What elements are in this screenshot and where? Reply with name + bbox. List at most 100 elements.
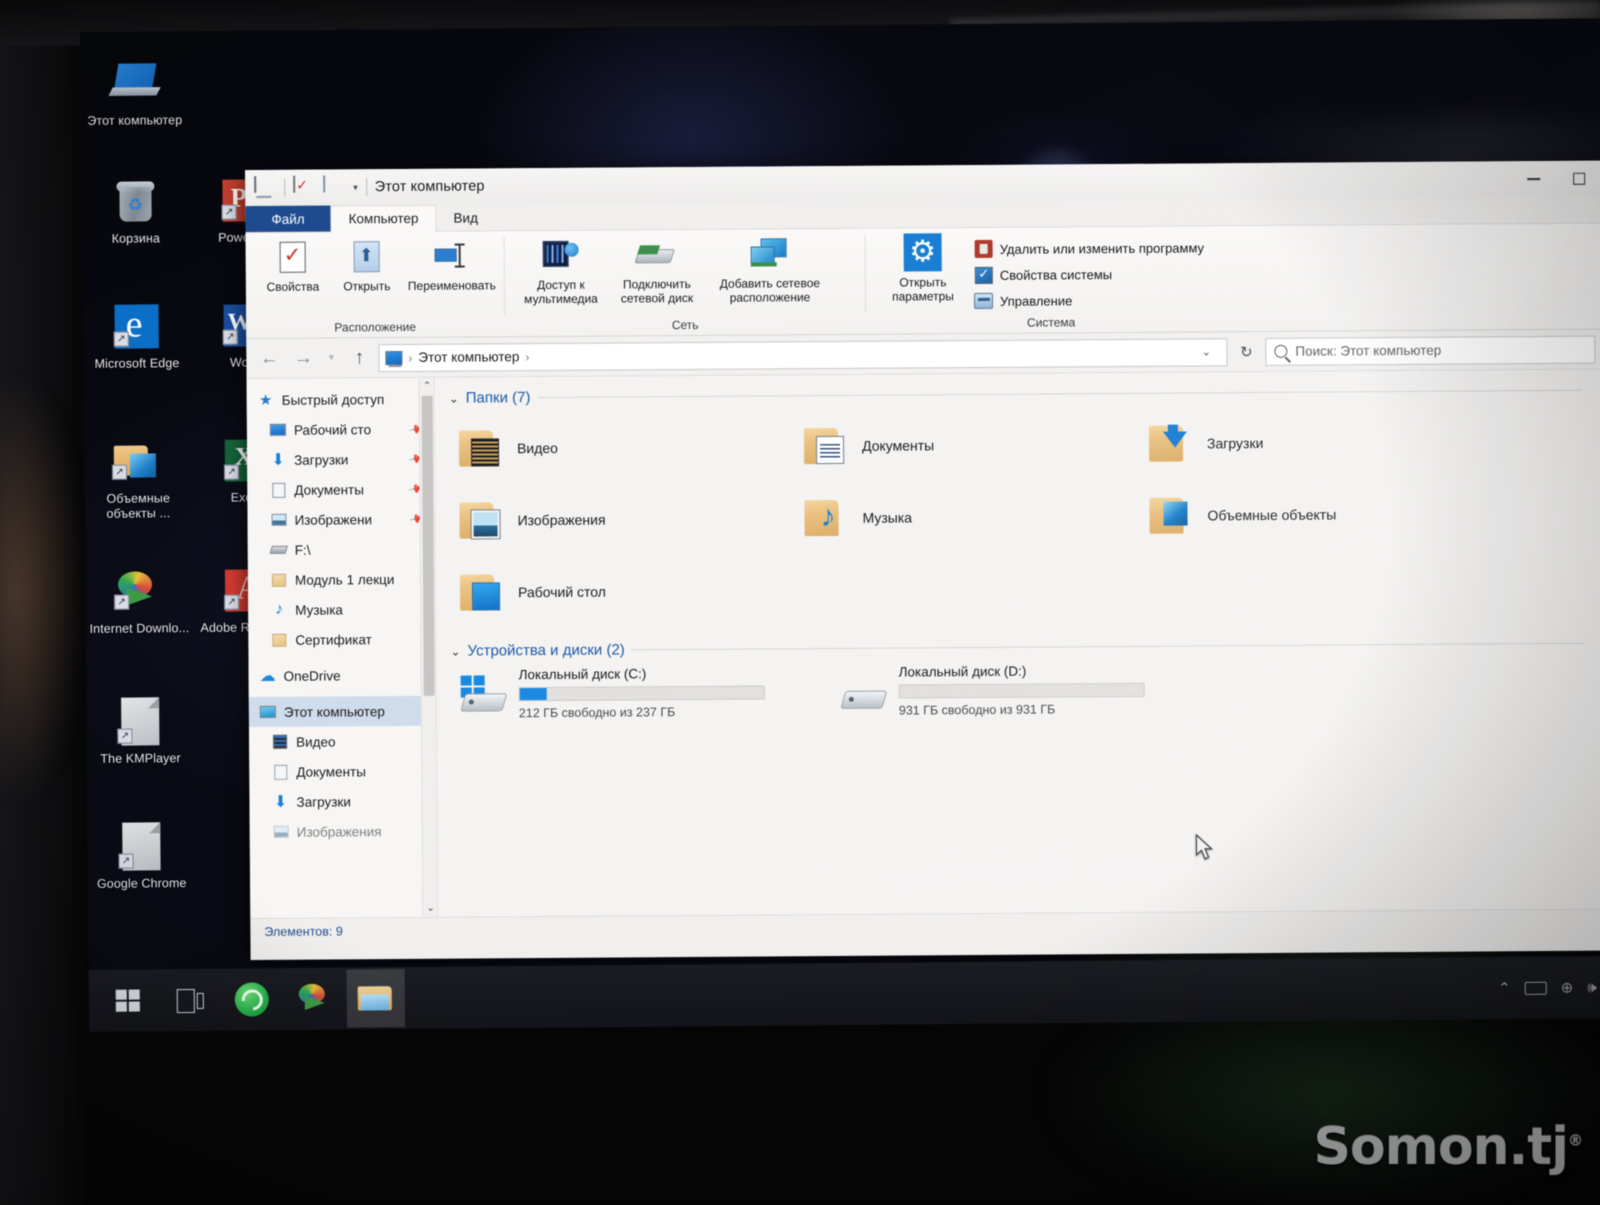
- sidebar-item-pictures-pc[interactable]: Изображения: [250, 816, 437, 847]
- up-arrow-icon[interactable]: ↑: [344, 344, 374, 372]
- scroll-up-arrow-icon[interactable]: ⌃: [420, 378, 435, 395]
- desktop-icon-idm[interactable]: ↗ Internet Downlo...: [87, 561, 192, 637]
- button-label: Подключить сетевой диск: [620, 276, 694, 306]
- list-item[interactable]: Объемные объекты: [1149, 477, 1494, 551]
- tab-file[interactable]: Файл: [245, 205, 331, 233]
- drive-tiles: Локальный диск (C:) 212 ГБ свободно из 2…: [437, 658, 1600, 724]
- folders-group-header[interactable]: ⌄ Папки (7): [435, 382, 1600, 407]
- scroll-down-arrow-icon[interactable]: ⌄: [423, 900, 438, 917]
- breadcrumb-this-pc[interactable]: Этот компьютер: [418, 349, 519, 365]
- desktop-icon-chrome[interactable]: ↗ Google Chrome: [89, 816, 194, 892]
- system-properties-button[interactable]: Свойства системы: [972, 260, 1205, 288]
- sidebar-item-downloads-pc[interactable]: ⬇ Загрузки: [249, 786, 436, 817]
- desktop-icon-recycle-bin[interactable]: ♻ Корзина: [83, 171, 188, 247]
- windows-drive-icon: [460, 675, 509, 723]
- downloads-folder-icon: [1148, 423, 1195, 463]
- breadcrumb-separator[interactable]: ›: [525, 350, 529, 364]
- list-item[interactable]: ♪ Музыка: [804, 480, 1149, 554]
- task-view-button[interactable]: [161, 971, 220, 1030]
- button-label: Свойства системы: [999, 266, 1113, 283]
- list-item-label: Видео: [516, 439, 558, 457]
- map-network-drive-button[interactable]: Подключить сетевой диск: [609, 236, 705, 306]
- scrollbar-thumb[interactable]: [421, 395, 435, 696]
- sidebar-item-drive-f[interactable]: F:\: [248, 534, 435, 565]
- address-dropdown-icon[interactable]: ⌄: [1192, 345, 1220, 358]
- tab-computer[interactable]: Компьютер: [330, 204, 437, 233]
- start-button[interactable]: [99, 971, 158, 1030]
- sidebar-item-desktop[interactable]: Рабочий сто 📌: [247, 414, 434, 445]
- show-hidden-icons-caret[interactable]: ⌃: [1498, 979, 1511, 997]
- map-network-drive-icon: [634, 236, 677, 272]
- group-label: Папки (7): [465, 389, 531, 407]
- keyboard-layout-icon[interactable]: [1524, 981, 1547, 995]
- sidebar-item-modul-1[interactable]: Модуль 1 лекци: [248, 564, 435, 595]
- list-item[interactable]: Загрузки: [1148, 405, 1494, 479]
- search-icon: [1274, 344, 1288, 358]
- group-title: Сеть: [671, 317, 699, 333]
- sidebar-item-sertifikat[interactable]: Сертификат: [248, 624, 435, 655]
- list-item-label: Рабочий стол: [517, 583, 606, 601]
- videos-icon: [271, 733, 289, 751]
- uninstall-program-icon: [974, 239, 993, 258]
- watermark: Somon.tj®: [1313, 1117, 1583, 1177]
- desktop-icon-this-pc[interactable]: Этот компьютер: [82, 53, 187, 129]
- internet-download-manager-icon: ↗: [87, 561, 192, 622]
- desktop-icon-3d-objects[interactable]: ↗ Объемные объекты ...: [86, 431, 191, 522]
- sidebar-item-onedrive[interactable]: ☁ OneDrive: [249, 660, 436, 691]
- sidebar-item-quick-access[interactable]: ★ Быстрый доступ: [247, 384, 434, 415]
- rename-button[interactable]: Переименовать: [404, 237, 500, 293]
- status-item-count: Элементов: 9: [264, 923, 343, 939]
- settings-gear-icon: [903, 233, 942, 272]
- forward-arrow-icon[interactable]: →: [288, 344, 318, 372]
- sidebar-item-documents[interactable]: Документы 📌: [247, 474, 434, 505]
- sidebar-item-videos[interactable]: Видео: [249, 726, 436, 757]
- minimize-button[interactable]: [1510, 161, 1556, 197]
- open-settings-button[interactable]: Открыть параметры: [880, 233, 966, 304]
- list-item[interactable]: Изображения: [459, 482, 804, 556]
- devices-group-header[interactable]: ⌄ Устройства и диски (2): [436, 635, 1600, 660]
- manage-computer-button[interactable]: Управление: [972, 286, 1205, 314]
- file-explorer-button[interactable]: [346, 969, 406, 1028]
- desktop-icon-edge[interactable]: ↗ Microsoft Edge: [84, 296, 189, 372]
- chrome-shortcut-icon: ↗: [89, 816, 194, 877]
- properties-icon[interactable]: [293, 175, 315, 199]
- list-item[interactable]: Документы: [803, 408, 1149, 482]
- sidebar-item-music[interactable]: ♪ Музыка: [248, 594, 435, 625]
- back-arrow-icon[interactable]: ←: [254, 344, 284, 372]
- media-streaming-button[interactable]: Доступ к мультимедиа: [513, 237, 609, 307]
- customize-caret-icon[interactable]: ▾: [353, 182, 358, 193]
- sidebar-item-pictures[interactable]: Изображени 📌: [247, 504, 434, 535]
- desktop-icon-kmplayer[interactable]: ↗ The KMPlayer: [88, 691, 193, 767]
- properties-button[interactable]: Свойства: [256, 238, 330, 294]
- whatsapp-button[interactable]: [223, 970, 282, 1029]
- this-pc-icon: [254, 176, 276, 199]
- list-item[interactable]: Локальный диск (D:) 931 ГБ свободно из 9…: [840, 660, 1221, 721]
- 3d-objects-folder-icon: ↗: [86, 431, 191, 492]
- recent-locations-caret-icon[interactable]: ▾: [322, 344, 340, 372]
- list-item[interactable]: Видео: [458, 410, 804, 484]
- sidebar-item-this-pc[interactable]: Этот компьютер: [248, 695, 436, 728]
- uninstall-program-button[interactable]: Удалить или изменить программу: [972, 234, 1205, 262]
- sidebar-item-label: Изображения: [296, 823, 382, 840]
- chevron-down-icon[interactable]: ⌄: [449, 391, 459, 405]
- idm-button[interactable]: [285, 970, 344, 1029]
- volume-icon[interactable]: 🕪: [1587, 979, 1597, 996]
- list-item-label: Объемные объекты: [1207, 506, 1337, 524]
- sidebar-item-label: Загрузки: [296, 793, 351, 810]
- address-bar[interactable]: › Этот компьютер › ⌄: [378, 337, 1228, 372]
- list-item[interactable]: Локальный диск (C:) 212 ГБ свободно из 2…: [460, 663, 841, 724]
- sidebar-item-documents-pc[interactable]: Документы: [249, 756, 436, 787]
- tab-view[interactable]: Вид: [436, 204, 495, 230]
- sidebar-item-downloads[interactable]: ⬇ Загрузки 📌: [247, 444, 434, 475]
- search-input[interactable]: Поиск: Этот компьютер: [1265, 335, 1596, 366]
- add-network-location-button[interactable]: Добавить сетевое расположение: [705, 235, 835, 305]
- list-item[interactable]: Рабочий стол: [459, 554, 805, 628]
- button-label: Управление: [999, 292, 1073, 309]
- open-button[interactable]: Открыть: [330, 238, 404, 294]
- chevron-down-icon[interactable]: ⌄: [450, 644, 460, 658]
- new-folder-icon[interactable]: [323, 175, 345, 198]
- refresh-icon[interactable]: ↻: [1231, 342, 1261, 361]
- network-icon[interactable]: ⊕: [1561, 978, 1574, 996]
- watermark-mark: ®: [1568, 1131, 1583, 1150]
- maximize-button[interactable]: [1556, 161, 1600, 197]
